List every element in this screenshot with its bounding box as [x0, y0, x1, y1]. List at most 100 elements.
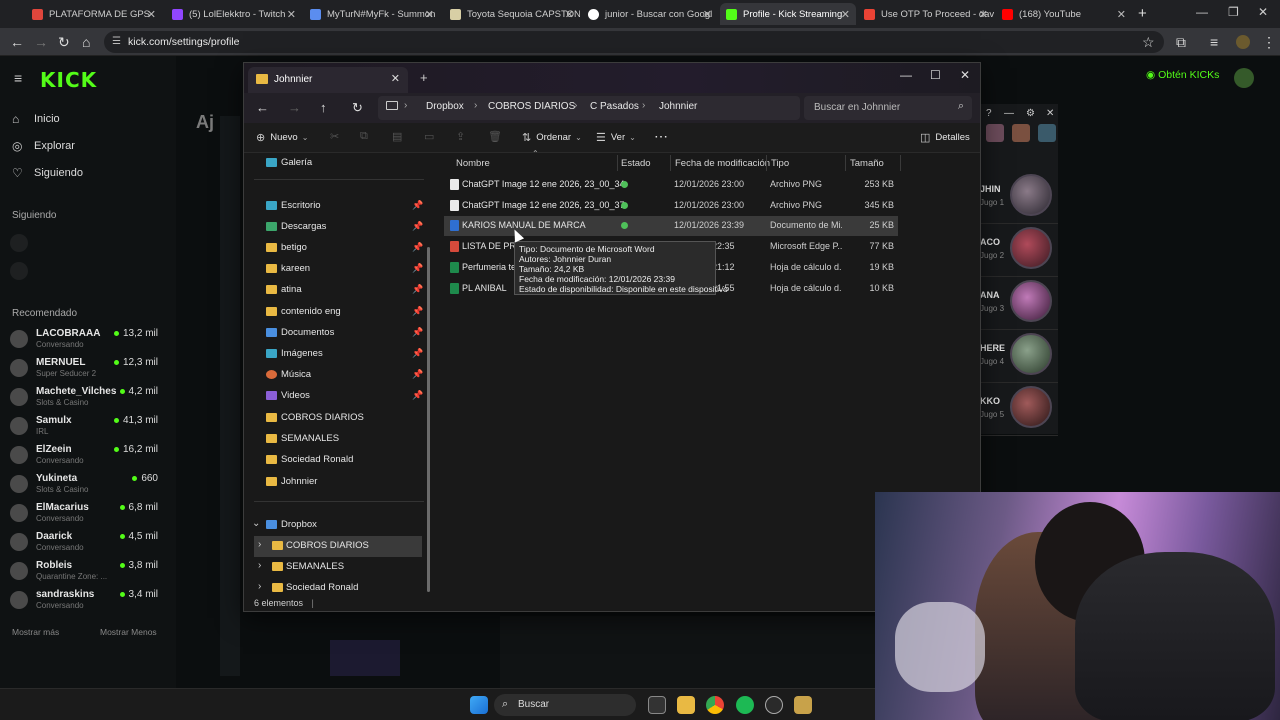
- channel-item[interactable]: Machete_Vilches Slots & Casino 4,2 mil: [10, 384, 160, 412]
- player-row[interactable]: KKO Jugo 5: [980, 380, 1058, 436]
- nav-item-escritorio[interactable]: Escritorio 📌: [244, 196, 430, 217]
- nav-item-johnnier[interactable]: Johnnier: [244, 472, 430, 493]
- breadcrumb-item[interactable]: COBROS DIARIOS: [488, 101, 575, 112]
- minimize-icon[interactable]: —: [900, 68, 912, 82]
- spotify-icon[interactable]: [736, 696, 754, 714]
- forward-icon[interactable]: →: [34, 34, 48, 50]
- rename-icon[interactable]: ▭: [424, 130, 434, 143]
- nav-item-dropbox-sociedad[interactable]: › Sociedad Ronald: [244, 578, 430, 595]
- followed-channel[interactable]: [10, 230, 160, 258]
- nav-item-kareen[interactable]: kareen 📌: [244, 259, 430, 280]
- nav-item-dropbox[interactable]: ⌄ Dropbox: [244, 515, 430, 536]
- media-icon[interactable]: ≡: [1210, 34, 1218, 50]
- help-icon[interactable]: ?: [986, 108, 992, 119]
- user-avatar[interactable]: [1234, 68, 1254, 88]
- channel-item[interactable]: MERNUEL Super Seducer 2 12,3 mil: [10, 355, 160, 383]
- show-more-link[interactable]: Mostrar más: [12, 627, 59, 637]
- close-window-icon[interactable]: ✕: [1258, 5, 1268, 19]
- home-icon[interactable]: ⌂: [82, 34, 90, 50]
- site-info-icon[interactable]: ☰: [112, 31, 121, 53]
- channel-item[interactable]: Daarick Conversando 4,5 mil: [10, 529, 160, 557]
- chevron-right-icon[interactable]: ›: [258, 581, 261, 592]
- delete-icon[interactable]: 🗑: [488, 130, 502, 143]
- browser-tab[interactable]: junior - Buscar con Googl ✕: [582, 3, 718, 25]
- back-icon[interactable]: ←: [10, 34, 24, 50]
- browser-tab[interactable]: Toyota Sequoia CAPSTON ✕: [444, 3, 580, 25]
- pin-icon[interactable]: 📌: [412, 263, 423, 274]
- pin-icon[interactable]: 📌: [412, 221, 423, 232]
- pin-icon[interactable]: 📌: [412, 327, 423, 338]
- share-icon[interactable]: ⇪: [456, 130, 465, 143]
- nav-item-cobros-diarios[interactable]: COBROS DIARIOS: [244, 408, 430, 429]
- close-icon[interactable]: ✕: [1046, 108, 1054, 119]
- nav-item-videos[interactable]: Videos 📌: [244, 386, 430, 407]
- refresh-icon[interactable]: ↻: [352, 100, 363, 116]
- player-row[interactable]: ANA Jugo 3: [980, 274, 1058, 330]
- pin-icon[interactable]: 📌: [412, 306, 423, 317]
- minimize-icon[interactable]: —: [1196, 5, 1208, 19]
- gear-icon[interactable]: ⚙: [1026, 108, 1035, 119]
- nav-item-sociedad-ronald[interactable]: Sociedad Ronald: [244, 450, 430, 471]
- nav-item-imagenes[interactable]: Imágenes 📌: [244, 344, 430, 365]
- nav-item-semanales[interactable]: SEMANALES: [244, 429, 430, 450]
- channel-item[interactable]: Robleis Quarantine Zone: ... 3,8 mil: [10, 558, 160, 586]
- player-row[interactable]: JHIN Jugo 1: [980, 168, 1058, 224]
- pin-icon[interactable]: 📌: [412, 390, 423, 401]
- column-header-size[interactable]: Tamaño: [850, 158, 884, 169]
- more-options-icon[interactable]: ⋯: [654, 128, 668, 145]
- url-input[interactable]: ☰ kick.com/settings/profile: [104, 31, 1164, 53]
- up-icon[interactable]: ↑: [320, 100, 327, 115]
- channel-item[interactable]: LACOBRAAA Conversando 13,2 mil: [10, 326, 160, 354]
- menu-icon[interactable]: ⋮: [1262, 34, 1276, 51]
- task-view-icon[interactable]: [648, 696, 666, 714]
- pin-icon[interactable]: 📌: [412, 284, 423, 295]
- maximize-icon[interactable]: ☐: [930, 68, 941, 82]
- view-button[interactable]: ☰ Ver ⌄: [596, 131, 636, 144]
- file-row[interactable]: ChatGPT Image 12 ene 2026, 23_00_37 12/0…: [444, 196, 898, 216]
- close-icon[interactable]: ✕: [703, 8, 712, 21]
- new-tab-button[interactable]: +: [1138, 5, 1147, 22]
- chevron-right-icon[interactable]: ›: [258, 539, 261, 550]
- scrollbar[interactable]: [427, 247, 430, 592]
- bookmark-star-icon[interactable]: ☆: [1142, 34, 1155, 51]
- close-icon[interactable]: ✕: [391, 72, 400, 85]
- back-icon[interactable]: ←: [256, 100, 269, 115]
- channel-item[interactable]: Yukineta Slots & Casino 660: [10, 471, 160, 499]
- pin-icon[interactable]: 📌: [412, 200, 423, 211]
- extensions-icon[interactable]: ⧉: [1176, 34, 1186, 51]
- details-button[interactable]: ◫ Detalles: [920, 131, 970, 144]
- close-icon[interactable]: ✕: [841, 8, 850, 21]
- browser-tab-active[interactable]: Profile - Kick Streaming ✕: [720, 3, 856, 25]
- player-row[interactable]: ACO Jugo 2: [980, 221, 1058, 277]
- close-icon[interactable]: ✕: [287, 8, 296, 21]
- file-row[interactable]: ChatGPT Image 12 ene 2026, 23_00_34 12/0…: [444, 175, 898, 195]
- hamburger-icon[interactable]: ≡: [14, 70, 22, 86]
- browser-tab[interactable]: MyTurN#MyFk - Summon ✕: [304, 3, 440, 25]
- breadcrumb-item[interactable]: C Pasados: [590, 101, 639, 112]
- close-window-icon[interactable]: ✕: [960, 68, 970, 82]
- profile-avatar[interactable]: [1236, 35, 1250, 49]
- channel-item[interactable]: ElZeein Conversando 16,2 mil: [10, 442, 160, 470]
- column-divider[interactable]: [845, 155, 846, 171]
- pin-icon[interactable]: 📌: [412, 242, 423, 253]
- nav-item-documentos[interactable]: Documentos 📌: [244, 323, 430, 344]
- browser-tab[interactable]: (168) YouTube ✕: [996, 3, 1132, 25]
- browser-tab[interactable]: (5) LolElekktro - Twitch ✕: [166, 3, 302, 25]
- close-icon[interactable]: ✕: [147, 8, 156, 21]
- kick-logo[interactable]: KICK: [40, 68, 97, 92]
- reload-icon[interactable]: ↻: [58, 34, 70, 51]
- get-kicks-button[interactable]: ◉ Obtén KICKs: [1146, 69, 1219, 81]
- nav-item-dropbox-semanales[interactable]: › SEMANALES: [244, 557, 430, 578]
- chevron-right-icon[interactable]: ›: [258, 560, 261, 571]
- copy-icon[interactable]: ⧉: [360, 130, 368, 143]
- paste-icon[interactable]: ▤: [392, 130, 402, 143]
- nav-item-galeria[interactable]: Galería: [244, 153, 430, 174]
- app-icon[interactable]: [765, 696, 783, 714]
- new-tab-button[interactable]: +: [420, 70, 428, 85]
- column-header-status[interactable]: Estado: [621, 158, 651, 169]
- sort-button[interactable]: ⇅ Ordenar ⌄: [522, 131, 582, 144]
- nav-inicio[interactable]: ⌂ Inicio: [12, 112, 60, 126]
- new-button[interactable]: ⊕ Nuevo ⌄: [256, 131, 308, 144]
- browser-tab[interactable]: Use OTP To Proceed - dav ✕: [858, 3, 994, 25]
- nav-item-contenido-eng[interactable]: contenido eng 📌: [244, 302, 430, 323]
